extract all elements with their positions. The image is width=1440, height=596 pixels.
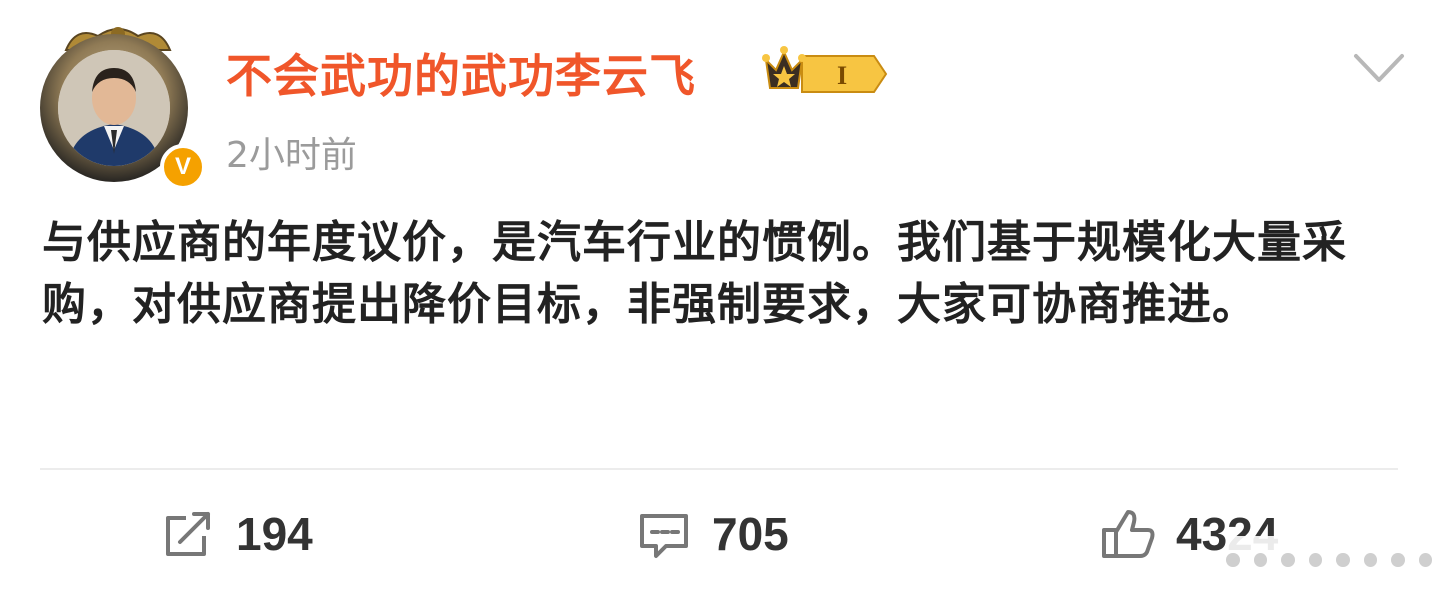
verified-badge: V [160, 144, 206, 190]
repost-count: 194 [236, 508, 313, 560]
comment-count: 705 [712, 508, 789, 560]
thumbs-up-icon [1102, 510, 1155, 558]
share-icon [166, 512, 210, 556]
avatar[interactable]: V [36, 20, 206, 190]
watermark [1226, 536, 1432, 584]
divider [40, 468, 1398, 470]
level-badge-icon[interactable]: I [762, 42, 890, 94]
avatar-photo [58, 50, 170, 166]
post-timestamp: 2小时前 [226, 135, 357, 176]
comment-icon [640, 514, 688, 558]
level-badge-label: I [837, 61, 847, 90]
post-body: 与供应商的年度议价，是汽车行业的惯例。我们基于规模化大量采购，对供应商提出降价目… [42, 217, 1347, 330]
chevron-down-icon[interactable] [1352, 48, 1406, 88]
username[interactable]: 不会武功的武功李云飞 [226, 40, 696, 106]
repost-button[interactable]: 194 [160, 502, 313, 566]
comment-button[interactable]: 705 [636, 502, 789, 566]
